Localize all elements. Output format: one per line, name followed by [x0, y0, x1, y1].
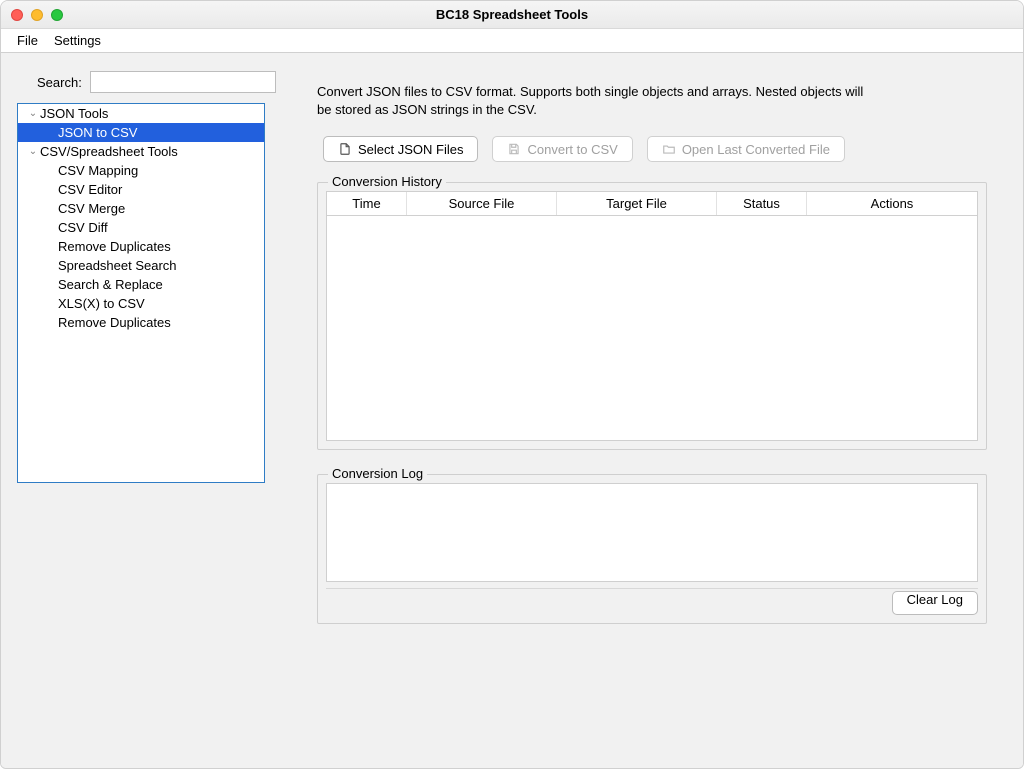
main-panel: Convert JSON files to CSV format. Suppor… — [281, 53, 1023, 768]
log-legend: Conversion Log — [328, 466, 427, 481]
tree-item-label: CSV Diff — [58, 220, 108, 235]
tree-item-label: Remove Duplicates — [58, 239, 171, 254]
clear-log-button[interactable]: Clear Log — [892, 591, 978, 615]
search-input[interactable] — [90, 71, 276, 93]
button-label: Open Last Converted File — [682, 142, 830, 157]
tree-item-xls-to-csv[interactable]: XLS(X) to CSV — [18, 294, 264, 313]
history-table: Time Source File Target File Status Acti… — [326, 191, 978, 441]
window-title: BC18 Spreadsheet Tools — [1, 7, 1023, 22]
save-icon — [507, 142, 521, 156]
tree-item-label: Search & Replace — [58, 277, 163, 292]
tree-item-label: CSV Merge — [58, 201, 125, 216]
folder-icon — [662, 142, 676, 156]
menu-file[interactable]: File — [9, 31, 46, 50]
tool-tree[interactable]: ⌄ JSON Tools JSON to CSV ⌄ CSV/Spreadshe… — [17, 103, 265, 483]
conversion-history-group: Conversion History Time Source File Targ… — [317, 182, 987, 450]
tree-item-label: Spreadsheet Search — [58, 258, 177, 273]
tree-item-label: CSV Editor — [58, 182, 122, 197]
tree-item-label: CSV Mapping — [58, 163, 138, 178]
app-window: BC18 Spreadsheet Tools File Settings Sea… — [0, 0, 1024, 769]
tree-group-label: JSON Tools — [40, 106, 108, 121]
tree-item-csv-merge[interactable]: CSV Merge — [18, 199, 264, 218]
close-icon[interactable] — [11, 9, 23, 21]
tree-group-csv-tools[interactable]: ⌄ CSV/Spreadsheet Tools — [18, 142, 264, 161]
tree-item-remove-duplicates-1[interactable]: Remove Duplicates — [18, 237, 264, 256]
col-actions[interactable]: Actions — [807, 192, 977, 215]
tree-item-csv-mapping[interactable]: CSV Mapping — [18, 161, 264, 180]
tree-item-spreadsheet-search[interactable]: Spreadsheet Search — [18, 256, 264, 275]
search-label: Search: — [37, 75, 82, 90]
button-label: Convert to CSV — [527, 142, 617, 157]
convert-to-csv-button[interactable]: Convert to CSV — [492, 136, 632, 162]
log-textarea[interactable] — [326, 483, 978, 582]
open-last-converted-button[interactable]: Open Last Converted File — [647, 136, 845, 162]
tree-group-json-tools[interactable]: ⌄ JSON Tools — [18, 104, 264, 123]
tree-item-csv-diff[interactable]: CSV Diff — [18, 218, 264, 237]
window-controls — [11, 9, 63, 21]
tree-item-remove-duplicates-2[interactable]: Remove Duplicates — [18, 313, 264, 332]
tree-item-label: XLS(X) to CSV — [58, 296, 145, 311]
conversion-log-group: Conversion Log Clear Log — [317, 474, 987, 624]
select-json-files-button[interactable]: Select JSON Files — [323, 136, 478, 162]
minimize-icon[interactable] — [31, 9, 43, 21]
tree-item-label: JSON to CSV — [58, 125, 137, 140]
zoom-icon[interactable] — [51, 9, 63, 21]
tree-item-label: Remove Duplicates — [58, 315, 171, 330]
col-target-file[interactable]: Target File — [557, 192, 717, 215]
file-icon — [338, 142, 352, 156]
tree-item-search-replace[interactable]: Search & Replace — [18, 275, 264, 294]
search-row: Search: — [17, 71, 265, 93]
tree-group-label: CSV/Spreadsheet Tools — [40, 144, 178, 159]
titlebar: BC18 Spreadsheet Tools — [1, 1, 1023, 29]
chevron-down-icon: ⌄ — [26, 108, 40, 119]
menu-settings[interactable]: Settings — [46, 31, 109, 50]
sidebar: Search: ⌄ JSON Tools JSON to CSV ⌄ CSV/S… — [1, 53, 281, 768]
col-status[interactable]: Status — [717, 192, 807, 215]
tree-item-json-to-csv[interactable]: JSON to CSV — [18, 123, 264, 142]
chevron-down-icon: ⌄ — [26, 146, 40, 157]
history-legend: Conversion History — [328, 174, 446, 189]
tree-item-csv-editor[interactable]: CSV Editor — [18, 180, 264, 199]
history-body — [327, 216, 977, 440]
history-header: Time Source File Target File Status Acti… — [327, 192, 977, 216]
col-source-file[interactable]: Source File — [407, 192, 557, 215]
menubar: File Settings — [1, 29, 1023, 53]
log-footer: Clear Log — [326, 588, 978, 615]
button-label: Select JSON Files — [358, 142, 463, 157]
content: Search: ⌄ JSON Tools JSON to CSV ⌄ CSV/S… — [1, 53, 1023, 768]
button-row: Select JSON Files Convert to CSV Open La… — [323, 136, 987, 162]
col-time[interactable]: Time — [327, 192, 407, 215]
tool-description: Convert JSON files to CSV format. Suppor… — [317, 83, 877, 118]
